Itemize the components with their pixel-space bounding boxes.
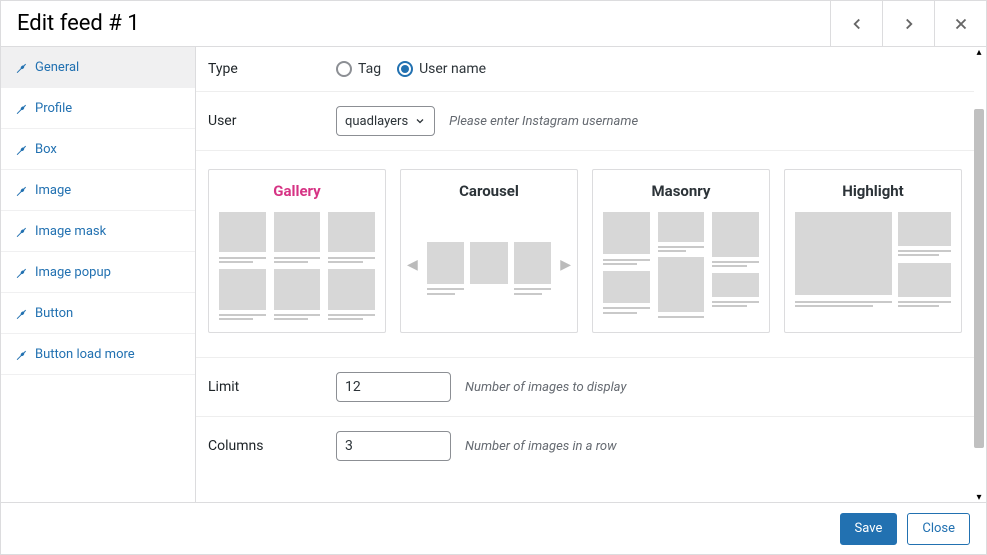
wrench-icon — [15, 143, 27, 155]
sidebar-item-image-mask[interactable]: Image mask — [1, 211, 195, 252]
modal-header: Edit feed # 1 — [1, 1, 986, 47]
wrench-icon — [15, 61, 27, 73]
chevron-down-icon — [414, 115, 426, 127]
scroll-down-icon[interactable]: ▾ — [974, 492, 984, 502]
sidebar-item-label: Image mask — [35, 224, 106, 239]
layout-option-masonry[interactable]: Masonry — [592, 169, 770, 333]
prev-button[interactable] — [830, 1, 882, 47]
layout-option-highlight[interactable]: Highlight — [784, 169, 962, 333]
field-type: Type Tag User name — [196, 47, 974, 92]
user-select-value: quadlayers — [345, 114, 408, 129]
triangle-left-icon: ◀ — [407, 257, 418, 273]
type-radio-group: Tag User name — [336, 61, 486, 77]
scroll-up-icon[interactable]: ▴ — [974, 47, 984, 57]
layout-preview-carousel: ◀ ▶ — [411, 212, 567, 318]
layout-preview-masonry — [603, 212, 759, 318]
sidebar-item-image-popup[interactable]: Image popup — [1, 252, 195, 293]
field-limit: Limit 12 Number of images to display — [196, 358, 974, 417]
edit-feed-modal: Edit feed # 1 General Profile Box — [0, 0, 987, 555]
wrench-icon — [15, 225, 27, 237]
sidebar-item-button-load-more[interactable]: Button load more — [1, 334, 195, 375]
sidebar-item-image[interactable]: Image — [1, 170, 195, 211]
field-columns: Columns 3 Number of images in a row — [196, 417, 974, 475]
close-button-footer[interactable]: Close — [907, 513, 970, 545]
layout-title: Masonry — [603, 182, 759, 200]
field-user: User quadlayers Please enter Instagram u… — [196, 92, 974, 151]
radio-label: Tag — [358, 61, 381, 77]
wrench-icon — [15, 348, 27, 360]
limit-input[interactable]: 12 — [336, 372, 451, 402]
sidebar-item-label: Button — [35, 306, 73, 321]
sidebar-item-general[interactable]: General — [1, 47, 195, 88]
user-label: User — [208, 113, 336, 129]
close-icon — [952, 15, 970, 33]
save-button[interactable]: Save — [840, 513, 898, 545]
layout-title: Highlight — [795, 182, 951, 200]
sidebar-item-label: Profile — [35, 101, 72, 116]
triangle-right-icon: ▶ — [560, 257, 571, 273]
sidebar-item-button[interactable]: Button — [1, 293, 195, 334]
sidebar-item-label: Box — [35, 142, 57, 157]
close-button[interactable] — [934, 1, 986, 47]
user-select[interactable]: quadlayers — [336, 106, 435, 136]
modal-footer: Save Close — [1, 502, 986, 554]
sidebar-item-label: General — [35, 60, 79, 75]
scrollbar[interactable]: ▴ ▾ — [974, 47, 984, 502]
modal-body: General Profile Box Image Image mask Ima… — [1, 47, 986, 502]
columns-label: Columns — [208, 438, 336, 454]
sidebar: General Profile Box Image Image mask Ima… — [1, 47, 196, 502]
layout-title: Carousel — [411, 182, 567, 200]
layout-preview-gallery — [219, 212, 375, 318]
radio-label: User name — [419, 61, 486, 77]
layout-picker: Gallery — [196, 151, 974, 358]
limit-label: Limit — [208, 379, 336, 395]
wrench-icon — [15, 266, 27, 278]
wrench-icon — [15, 307, 27, 319]
sidebar-item-box[interactable]: Box — [1, 129, 195, 170]
sidebar-item-profile[interactable]: Profile — [1, 88, 195, 129]
scrollbar-track[interactable] — [974, 57, 984, 492]
type-option-tag[interactable]: Tag — [336, 61, 381, 77]
chevron-right-icon — [900, 15, 918, 33]
columns-hint: Number of images in a row — [465, 439, 617, 454]
modal-title: Edit feed # 1 — [1, 11, 830, 36]
radio-icon — [336, 61, 352, 77]
type-option-username[interactable]: User name — [397, 61, 486, 77]
wrench-icon — [15, 184, 27, 196]
content-wrapper: Type Tag User name — [196, 47, 986, 502]
layout-title: Gallery — [219, 182, 375, 200]
type-label: Type — [208, 61, 336, 77]
next-button[interactable] — [882, 1, 934, 47]
layout-preview-highlight — [795, 212, 951, 318]
layout-option-carousel[interactable]: Carousel ◀ ▶ — [400, 169, 578, 333]
limit-hint: Number of images to display — [465, 380, 626, 395]
sidebar-item-label: Image — [35, 183, 71, 198]
sidebar-item-label: Image popup — [35, 265, 111, 280]
user-hint: Please enter Instagram username — [449, 114, 638, 129]
radio-icon — [397, 61, 413, 77]
wrench-icon — [15, 102, 27, 114]
chevron-left-icon — [848, 15, 866, 33]
layout-option-gallery[interactable]: Gallery — [208, 169, 386, 333]
columns-input[interactable]: 3 — [336, 431, 451, 461]
content-panel: Type Tag User name — [196, 47, 974, 502]
scrollbar-thumb[interactable] — [974, 109, 984, 448]
sidebar-item-label: Button load more — [35, 347, 135, 362]
